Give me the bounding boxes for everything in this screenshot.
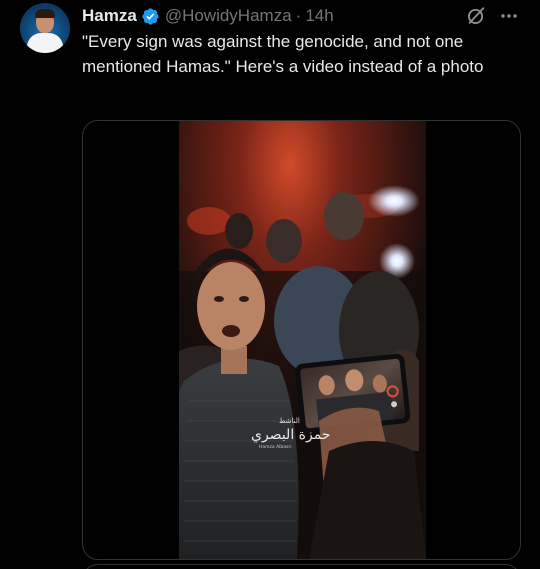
video-player[interactable]: الناشط حمزة البصري Hamza Albasri — [82, 120, 521, 560]
verified-badge-icon[interactable] — [141, 7, 160, 26]
video-still: الناشط حمزة البصري Hamza Albasri — [179, 121, 426, 559]
header-separator: · — [295, 6, 302, 25]
tweet-card[interactable]: Hamza @HowidyHamza · 14h "Every sign was… — [0, 0, 540, 569]
avatar-shirt — [27, 33, 63, 53]
avatar-hair — [35, 9, 55, 18]
author-display-name[interactable]: Hamza — [82, 6, 137, 26]
tweet-text: "Every sign was against the genocide, an… — [82, 32, 484, 76]
video-frame[interactable]: الناشط حمزة البصري Hamza Albasri — [179, 121, 426, 559]
author-avatar[interactable] — [20, 3, 70, 53]
watermark-arabic: حمزة البصري — [251, 427, 330, 443]
watermark-caption: Hamza Albasri — [259, 444, 291, 450]
author-handle[interactable]: @HowidyHamza — [165, 6, 292, 26]
next-tweet-media-edge — [82, 564, 521, 569]
watermark-small: الناشط — [279, 417, 300, 425]
tweet-header: Hamza @HowidyHamza · 14h — [82, 4, 334, 28]
tweet-timestamp[interactable]: 14h — [305, 6, 333, 26]
more-options-icon[interactable] — [498, 6, 520, 26]
grok-icon[interactable] — [465, 5, 487, 27]
